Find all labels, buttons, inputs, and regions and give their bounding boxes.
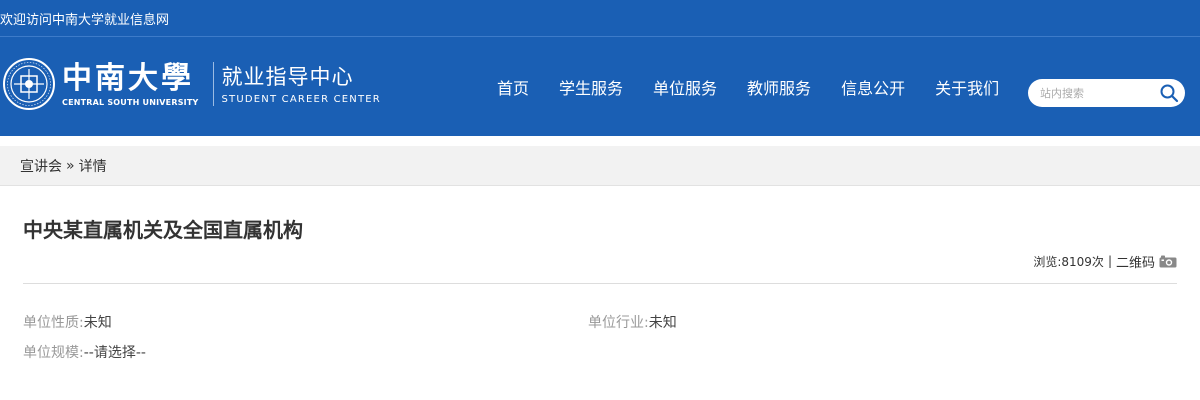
employer-info: 单位性质:未知 单位行业:未知 单位规模:--请选择--: [23, 312, 1177, 361]
views-label: 浏览:: [1033, 254, 1062, 269]
article-content: 中央某直属机关及全国直属机构 浏览: 8109次 | 二维码 单位性质:未知 单…: [23, 186, 1177, 361]
breadcrumb-separator: »: [66, 157, 75, 174]
info-scale: 单位规模:--请选择--: [23, 342, 588, 361]
page-title: 中央某直属机关及全国直属机构: [23, 218, 303, 242]
article-meta: 浏览: 8109次 | 二维码: [23, 251, 1177, 271]
meta-separator: |: [1107, 254, 1112, 268]
breadcrumb-current: 详情: [78, 158, 107, 175]
center-name-cn: 就业指导中心: [221, 65, 354, 89]
site-logo[interactable]: 中南大學 CENTRAL SOUTH UNIVERSITY 就业指导中心 STU…: [2, 57, 381, 111]
university-name-cn: 中南大學: [62, 60, 194, 96]
university-emblem-icon: [3, 58, 55, 110]
search-icon[interactable]: [1159, 83, 1179, 103]
info-industry-value: 未知: [648, 315, 677, 331]
nav-item-student-services[interactable]: 学生服务: [544, 75, 638, 99]
nav-item-public-info[interactable]: 信息公开: [826, 75, 920, 99]
site-header: 中南大學 CENTRAL SOUTH UNIVERSITY 就业指导中心 STU…: [0, 37, 1200, 136]
info-scale-label: 单位规模:: [23, 345, 84, 361]
info-nature: 单位性质:未知: [23, 312, 588, 331]
welcome-text: 欢迎访问中南大学就业信息网: [0, 12, 170, 28]
title-divider: [23, 283, 1177, 284]
university-name: 中南大學 CENTRAL SOUTH UNIVERSITY: [62, 60, 199, 107]
center-name: 就业指导中心 STUDENT CAREER CENTER: [222, 63, 381, 105]
camera-icon[interactable]: [1159, 255, 1177, 268]
views-count: 8109次: [1061, 254, 1104, 269]
info-industry-label: 单位行业:: [588, 315, 649, 331]
info-industry: 单位行业:未知: [588, 312, 1153, 331]
main-nav: 首页 学生服务 单位服务 教师服务 信息公开 关于我们: [482, 37, 1014, 136]
nav-item-about-us[interactable]: 关于我们: [920, 75, 1014, 99]
nav-item-home[interactable]: 首页: [482, 75, 544, 99]
top-welcome-bar: 欢迎访问中南大学就业信息网: [0, 0, 1200, 37]
university-name-en: CENTRAL SOUTH UNIVERSITY: [62, 97, 199, 107]
logo-divider: [212, 62, 214, 106]
breadcrumb: 宣讲会 » 详情: [0, 146, 1200, 186]
info-scale-value: --请选择--: [83, 345, 146, 361]
nav-item-employer-services[interactable]: 单位服务: [638, 75, 732, 99]
nav-item-teacher-services[interactable]: 教师服务: [732, 75, 826, 99]
search-input[interactable]: [1040, 80, 1160, 106]
breadcrumb-section-link[interactable]: 宣讲会: [20, 156, 62, 176]
qr-code-link[interactable]: 二维码: [1116, 252, 1155, 271]
site-search: [1028, 79, 1185, 107]
info-nature-label: 单位性质:: [23, 315, 84, 331]
info-nature-value: 未知: [83, 315, 112, 331]
center-name-en: STUDENT CAREER CENTER: [221, 94, 381, 105]
